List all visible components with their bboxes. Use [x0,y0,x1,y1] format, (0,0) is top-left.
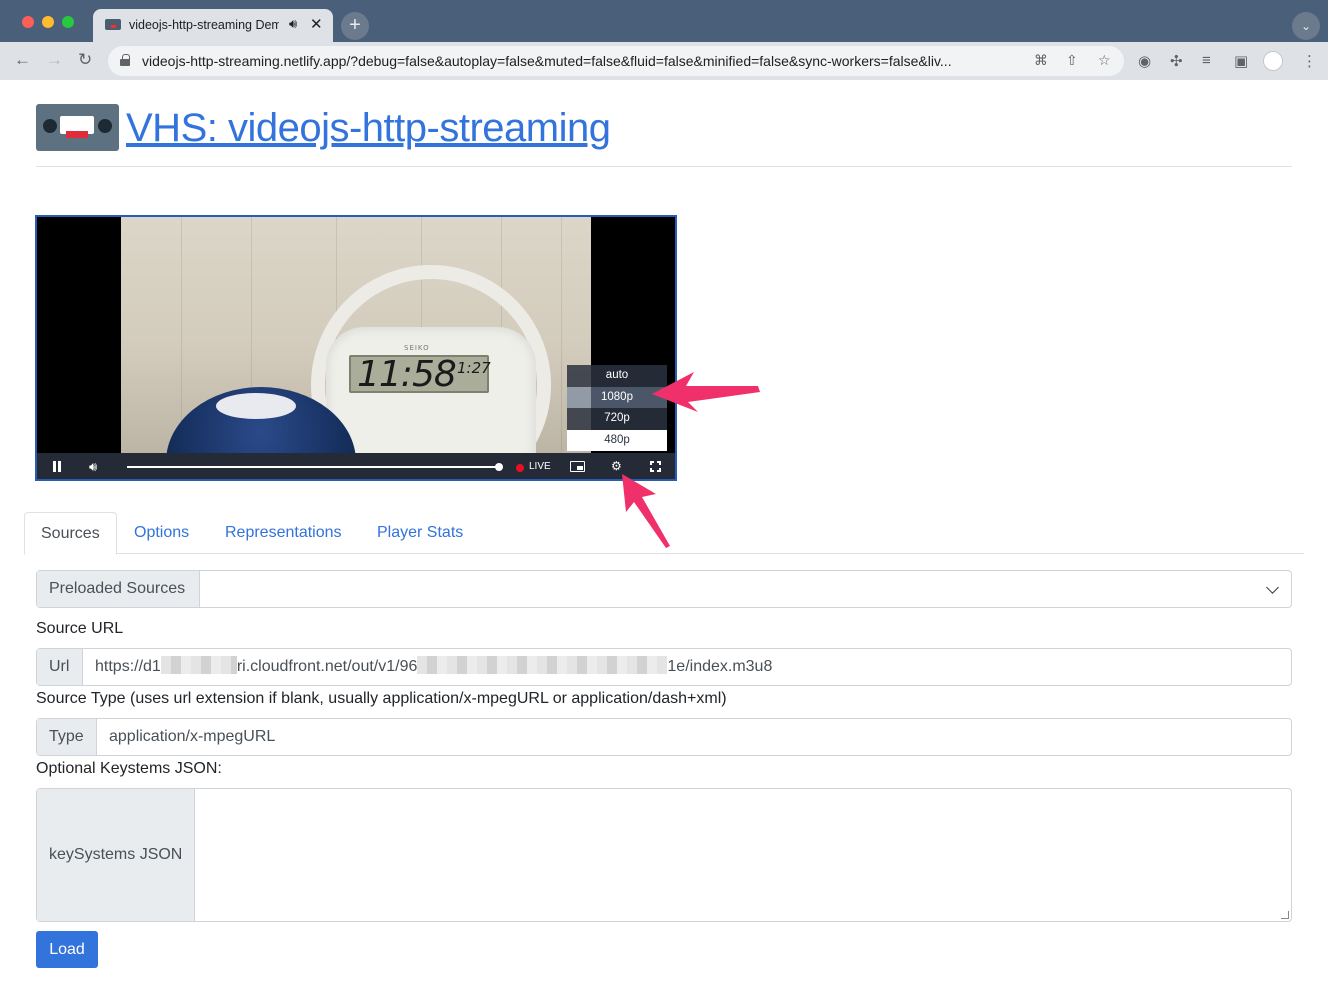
translate-icon[interactable]: ⌘ [1034,52,1048,69]
redacted-segment [417,656,668,674]
gear-icon[interactable]: ⚙ [611,459,622,473]
more-menu-icon[interactable]: ⋮ [1302,52,1317,70]
clock-brand: SEIKO [404,344,430,352]
nav-tabs: Sources Options Representations Player S… [24,512,1304,555]
extensions-puzzle-icon[interactable]: ✣ [1170,52,1183,70]
forward-arrow-icon[interactable]: → [46,50,63,70]
address-bar[interactable]: videojs-http-streaming.netlify.app/?debu… [108,46,1124,76]
browser-tab[interactable]: videojs-http-streaming Demo 🔊︎ ✕ [93,9,333,43]
pause-button[interactable] [49,453,69,479]
keysystems-label: keySystems JSON [37,789,195,921]
clock-small-time: 1:27 [457,359,491,377]
close-window-button[interactable] [22,16,34,28]
password-manager-icon[interactable]: ◉ [1138,52,1151,70]
seek-bar-progress [127,466,499,468]
keysystems-group: keySystems JSON [36,788,1292,922]
keysystems-textarea[interactable] [195,789,1291,921]
vhs-cassette-logo [36,104,119,151]
preloaded-sources-label: Preloaded Sources [37,571,200,607]
quality-option-480p[interactable]: 480p [567,429,667,451]
type-group: Type application/x-mpegURL [36,718,1292,756]
live-indicator-icon [516,464,524,472]
url-group: Url https://d1 ri.cloudfront.net/out/v1/9… [36,648,1292,686]
page-title-link[interactable]: VHS: videojs-http-streaming [126,106,611,151]
browser-toolbar: ← → ↻ videojs-http-streaming.netlify.app… [0,42,1328,80]
player-control-bar: 🔊︎ LIVE ⚙ [37,453,675,479]
preloaded-sources-group: Preloaded Sources [36,570,1292,608]
type-label: Type [37,719,97,755]
quality-option-auto[interactable]: auto [567,365,667,387]
redacted-segment [160,656,237,674]
vhs-favicon-icon [105,19,121,30]
profile-avatar[interactable] [1263,51,1283,71]
volume-icon[interactable]: 🔊︎ [89,459,97,475]
new-tab-button[interactable]: + [341,12,369,40]
share-icon[interactable]: ⇧ [1066,52,1078,69]
tab-sources[interactable]: Sources [24,512,117,555]
seek-bar[interactable] [127,463,503,471]
lock-icon [120,54,130,66]
preloaded-sources-select[interactable] [200,571,1291,607]
url-label: Url [37,649,83,685]
pause-icon [53,461,56,472]
fullscreen-icon[interactable] [650,461,661,472]
resize-handle-icon[interactable] [1281,911,1289,919]
tab-title: videojs-http-streaming Demo [129,18,279,32]
video-player[interactable]: SEIKO 11:58 1:27 auto 1080p 720p 480p 🔊︎… [35,215,677,481]
url-input[interactable]: https://d1 ri.cloudfront.net/out/v1/96 1e/… [83,649,1291,685]
quality-option-1080p[interactable]: 1080p [567,386,667,408]
maximize-window-button[interactable] [62,16,74,28]
back-arrow-icon[interactable]: ← [14,50,31,70]
bookmark-star-icon[interactable]: ☆ [1098,52,1111,69]
quality-option-720p[interactable]: 720p [567,408,667,430]
reload-icon[interactable]: ↻ [78,50,92,70]
side-panel-icon[interactable]: ▣ [1234,52,1248,70]
picture-in-picture-icon[interactable] [570,461,585,472]
tab-player-stats[interactable]: Player Stats [361,512,479,554]
source-type-heading: Source Type (uses url extension if blank… [36,690,727,707]
close-tab-icon[interactable]: ✕ [310,15,323,33]
source-url-heading: Source URL [36,620,124,637]
quality-menu: auto 1080p 720p 480p [567,365,667,451]
minimize-window-button[interactable] [42,16,54,28]
header-divider [36,166,1292,167]
chevron-down-icon [1266,581,1279,594]
video-frame: SEIKO 11:58 1:27 [121,217,591,453]
live-label[interactable]: LIVE [529,461,551,472]
chevron-down-icon[interactable]: ⌄ [1292,12,1320,40]
tab-options[interactable]: Options [118,512,205,554]
reading-list-icon[interactable]: ≡ [1202,52,1211,69]
keysystems-heading: Optional Keystems JSON: [36,760,222,777]
seek-handle[interactable] [495,463,503,471]
speaker-icon[interactable]: 🔊︎ [289,16,297,32]
type-input[interactable]: application/x-mpegURL [97,719,1291,755]
clock-time: 11:58 [357,354,457,395]
browser-chrome: videojs-http-streaming Demo 🔊︎ ✕ + ⌄ ← →… [0,0,1328,80]
url-text: videojs-http-streaming.netlify.app/?debu… [142,53,952,69]
tab-representations[interactable]: Representations [209,512,358,554]
load-button[interactable]: Load [36,931,98,968]
tab-strip: videojs-http-streaming Demo 🔊︎ ✕ + ⌄ [0,0,1328,43]
